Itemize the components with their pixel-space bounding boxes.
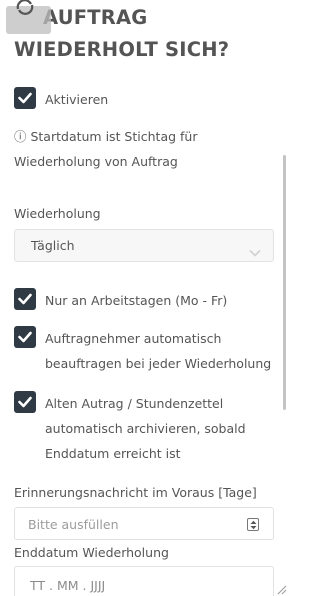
repeat-label: Wiederholung: [14, 206, 101, 221]
end-date-label: Enddatum Wiederholung: [14, 545, 169, 560]
info-text: ⓘ Startdatum ist Stichtag für Wiederholu…: [14, 129, 198, 169]
check-icon: [18, 293, 32, 305]
repeat-select[interactable]: Täglich: [14, 229, 274, 262]
reminder-label: Erinnerungsnachricht im Voraus [Tage]: [14, 485, 257, 500]
reminder-input[interactable]: Bitte ausfüllen: [14, 507, 274, 540]
check-icon: [18, 396, 32, 408]
scrollbar[interactable]: [283, 155, 286, 410]
chevron-down-icon: [249, 242, 261, 261]
activate-label: Aktivieren: [45, 92, 109, 107]
reminder-placeholder: Bitte ausfüllen: [28, 517, 119, 532]
number-stepper-icon[interactable]: [247, 518, 259, 531]
title-line-1: AUFTRAG: [43, 6, 148, 29]
option-archive-checkbox[interactable]: [14, 391, 36, 413]
page-title: AUFTRAG WIEDERHOLT SICH?: [14, 2, 276, 66]
activate-checkbox[interactable]: [14, 87, 36, 109]
check-icon: [18, 331, 32, 343]
option-workdays-checkbox[interactable]: [14, 288, 36, 310]
end-date-input[interactable]: TT . MM . JJJJ: [14, 566, 274, 596]
check-icon: [18, 92, 32, 104]
title-line-2: WIEDERHOLT SICH?: [14, 38, 230, 61]
refresh-icon: [14, 0, 36, 20]
resize-grip-icon[interactable]: [277, 580, 287, 596]
option-workdays-label: Nur an Arbeitstagen (Mo - Fr): [45, 293, 228, 308]
repeat-select-value: Täglich: [31, 238, 75, 253]
option-archive-label: Alten Autrag / Stundenzettel automatisch…: [45, 396, 246, 461]
option-assign-label: Auftragnehmer automatisch beauftragen be…: [45, 331, 272, 371]
option-assign-checkbox[interactable]: [14, 326, 36, 348]
end-date-placeholder: TT . MM . JJJJ: [30, 578, 106, 593]
